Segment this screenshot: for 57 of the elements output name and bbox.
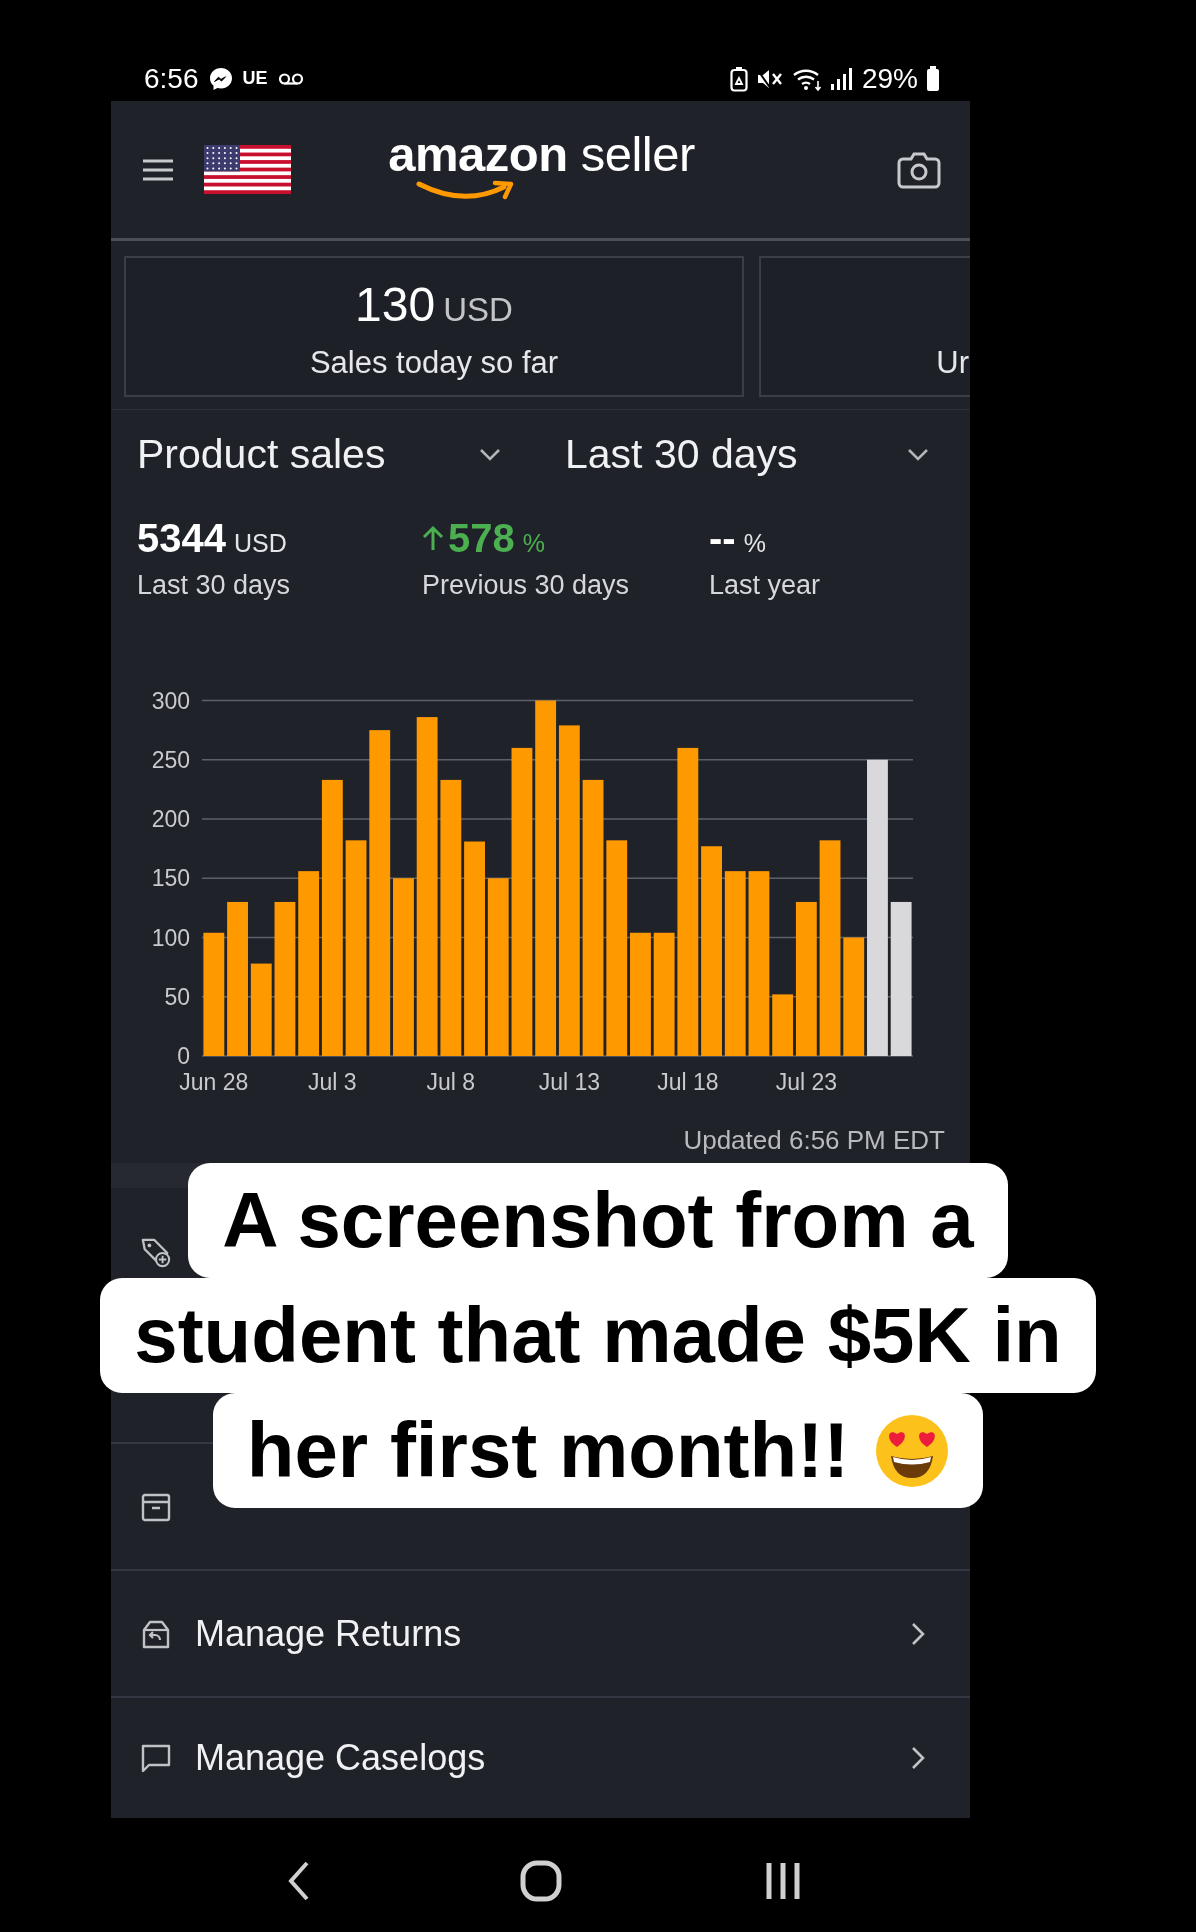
stat-unit: % <box>522 529 545 558</box>
summary-card[interactable]: Ur <box>759 256 970 397</box>
card-unit: USD <box>443 291 513 329</box>
x-axis-label: Jul 23 <box>775 1069 838 1095</box>
sales-card[interactable]: 130 USD Sales today so far <box>124 256 744 397</box>
stat-value: 5344 <box>137 516 226 560</box>
stat-unit: USD <box>234 529 287 558</box>
carrier-label: UE <box>242 68 268 89</box>
stat-value: 578 <box>448 516 515 560</box>
caption-text: A screenshot from a <box>222 1180 974 1261</box>
card-label: Sales today so far <box>309 346 559 380</box>
stat-label: Last 30 days <box>137 569 292 602</box>
caption-text: her first month!! <box>246 1410 850 1491</box>
chevron-down-icon <box>479 447 501 461</box>
y-axis-label: 100 <box>151 924 190 951</box>
messenger-icon <box>208 66 233 91</box>
dropdown-select[interactable]: Last 30 days <box>565 430 935 478</box>
caption-text: student that made $5K in <box>134 1295 1062 1376</box>
card-value: 130 <box>355 278 436 332</box>
recent-apps-icon[interactable] <box>764 1861 801 1901</box>
heart-eyes-emoji-icon <box>875 1413 950 1488</box>
camera-icon[interactable] <box>897 150 941 189</box>
battery-percent: 29% <box>861 62 918 95</box>
y-axis-label: 250 <box>151 746 190 773</box>
stat-label: Previous 30 days <box>422 569 631 602</box>
up-arrow-icon <box>422 525 444 551</box>
battery-icon <box>926 65 940 92</box>
voicemail-icon <box>277 71 304 86</box>
y-axis-label: 200 <box>151 806 190 832</box>
stat-value: -- <box>709 516 736 560</box>
chevron-down-icon <box>907 447 929 461</box>
menu-item[interactable]: Manage Caselogs <box>111 1696 970 1817</box>
signal-icon <box>829 66 854 91</box>
menu-icon[interactable] <box>142 158 174 181</box>
dropdown-select[interactable]: Product sales <box>137 430 507 478</box>
y-axis-label: 50 <box>164 983 190 1010</box>
y-axis-label: 150 <box>151 865 190 892</box>
battery-saver-icon <box>729 65 748 92</box>
menu-item[interactable]: Manage Returns <box>111 1569 970 1696</box>
stat-unit: % <box>743 529 766 558</box>
updated-time: Updated 6:56 PM EDT <box>683 1125 945 1155</box>
chevron-right-icon <box>911 1745 925 1770</box>
x-axis-label: Jul 18 <box>657 1069 719 1095</box>
status-time: 6:56 <box>144 62 199 95</box>
card-label: Ur <box>936 346 969 380</box>
back-icon[interactable] <box>286 1861 311 1901</box>
us-flag-icon[interactable] <box>204 145 291 194</box>
y-axis-label: 300 <box>151 687 190 714</box>
x-axis-label: Jul 3 <box>308 1069 357 1095</box>
stat-label: Last year <box>709 569 822 602</box>
chevron-right-icon <box>911 1621 925 1646</box>
home-icon[interactable] <box>519 1860 562 1902</box>
y-axis-label: 0 <box>177 1043 190 1069</box>
x-axis-label: Jul 8 <box>426 1069 476 1095</box>
x-axis-label: Jun 28 <box>179 1069 249 1095</box>
app-logo-text: amazon seller <box>388 128 695 179</box>
x-axis-label: Jul 13 <box>538 1069 601 1095</box>
